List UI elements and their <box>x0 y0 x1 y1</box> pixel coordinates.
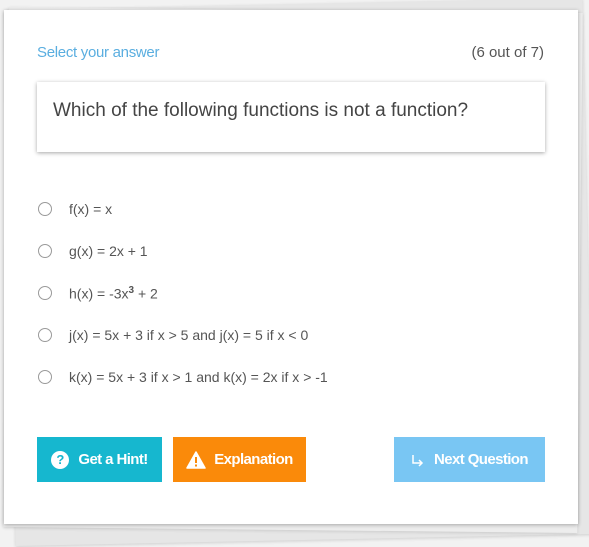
explanation-label: Explanation <box>214 451 293 468</box>
answer-option-5[interactable]: k(x) = 5x + 3 if x > 1 and k(x) = 2x if … <box>38 356 538 398</box>
answer-option-label: k(x) = 5x + 3 if x > 1 and k(x) = 2x if … <box>69 369 328 385</box>
answer-option-label: g(x) = 2x + 1 <box>69 243 148 259</box>
next-question-button[interactable]: Next Question <box>394 437 545 482</box>
question-text: Which of the following functions is not … <box>53 100 469 121</box>
answer-option-4[interactable]: j(x) = 5x + 3 if x > 5 and j(x) = 5 if x… <box>38 314 538 356</box>
select-answer-label: Select your answer <box>37 44 160 61</box>
answer-options: f(x) = x g(x) = 2x + 1 h(x) = -3x3 + 2 j… <box>38 188 538 398</box>
answer-option-1[interactable]: f(x) = x <box>38 188 538 230</box>
question-circle-icon: ? <box>51 450 70 469</box>
radio-button[interactable] <box>38 286 52 300</box>
warning-icon <box>186 450 207 469</box>
radio-button[interactable] <box>38 244 52 258</box>
quiz-card: Select your answer (6 out of 7) Which of… <box>4 10 578 524</box>
radio-button[interactable] <box>38 328 52 342</box>
get-hint-label: Get a Hint! <box>78 451 148 468</box>
explanation-button[interactable]: Explanation <box>173 437 306 482</box>
quiz-header: Select your answer (6 out of 7) <box>37 44 544 61</box>
answer-option-label-main: h(x) = -3x <box>69 285 129 302</box>
next-question-label: Next Question <box>434 451 528 468</box>
radio-button[interactable] <box>38 370 52 384</box>
answer-option-label: h(x) = -3x3 + 2 <box>69 285 158 302</box>
answer-option-3[interactable]: h(x) = -3x3 + 2 <box>38 272 538 314</box>
question-box: Which of the following functions is not … <box>37 82 545 152</box>
answer-option-label-tail: + 2 <box>134 285 158 302</box>
question-progress: (6 out of 7) <box>471 44 544 61</box>
answer-option-label: j(x) = 5x + 3 if x > 5 and j(x) = 5 if x… <box>69 327 309 343</box>
answer-option-label: f(x) = x <box>69 201 113 217</box>
answer-option-2[interactable]: g(x) = 2x + 1 <box>38 230 538 272</box>
radio-button[interactable] <box>38 202 52 216</box>
get-hint-button[interactable]: ? Get a Hint! <box>37 437 162 482</box>
share-arrow-icon <box>412 454 424 467</box>
